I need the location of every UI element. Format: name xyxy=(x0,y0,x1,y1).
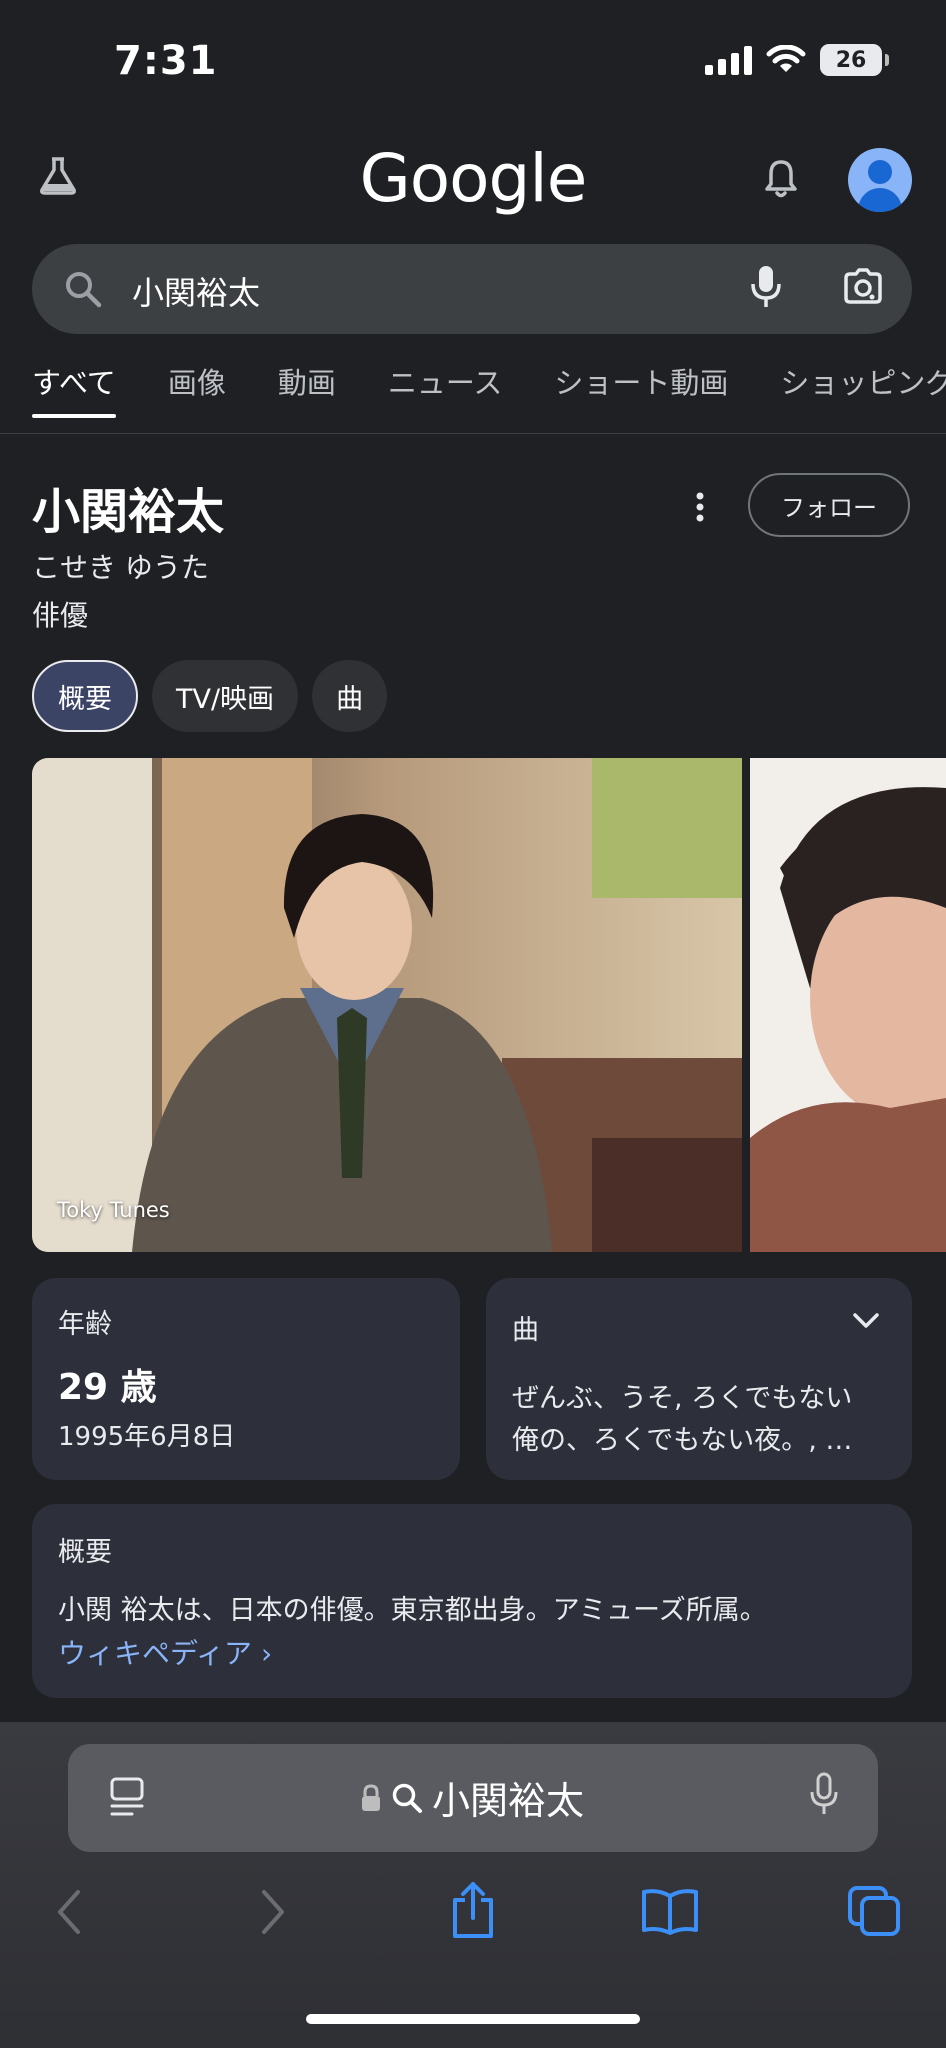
search-icon xyxy=(66,272,102,308)
age-value: 29 歳 xyxy=(58,1367,157,1408)
follow-button[interactable]: フォロー xyxy=(748,473,910,537)
notifications-bell-icon[interactable] xyxy=(758,156,804,202)
bookmarks-book-icon[interactable] xyxy=(640,1886,700,1936)
battery-icon: 26 xyxy=(820,44,889,76)
entity-description: 俳優 xyxy=(32,599,89,632)
search-tabs: すべて 画像 動画 ニュース ショート動画 ショッピング xyxy=(32,360,946,418)
search-icon xyxy=(392,1783,422,1813)
forward-chevron-icon[interactable] xyxy=(258,1888,288,1936)
age-card[interactable]: 年齢 29 歳 1995年6月8日 xyxy=(32,1278,460,1480)
songs-card[interactable]: 曲 ぜんぶ、うそ, ろくでもない 俺の、ろくでもない夜。, … xyxy=(486,1278,912,1480)
songs-label: 曲 xyxy=(512,1315,539,1346)
back-chevron-icon[interactable] xyxy=(54,1888,84,1936)
lock-icon xyxy=(362,1783,380,1811)
wikipedia-link[interactable]: ウィキペディア › xyxy=(58,1632,272,1672)
chip-songs[interactable]: 曲 xyxy=(312,660,388,732)
tabs-overview-icon[interactable] xyxy=(846,1884,902,1938)
battery-level: 26 xyxy=(835,47,867,73)
entity-photo-main[interactable] xyxy=(32,758,742,1252)
entity-title: 小関裕太 xyxy=(32,484,225,540)
chip-tv-movies[interactable]: TV/映画 xyxy=(152,660,299,732)
overview-label: 概要 xyxy=(58,1537,112,1568)
chevron-down-icon[interactable] xyxy=(852,1312,880,1330)
overview-text: 小関 裕太は、日本の俳優。東京都出身。アミューズ所属。 xyxy=(58,1595,767,1626)
home-indicator[interactable] xyxy=(306,2014,640,2024)
wifi-icon xyxy=(766,45,806,72)
search-input[interactable]: 小関裕太 xyxy=(132,268,260,314)
share-icon[interactable] xyxy=(448,1880,498,1940)
songs-list-line: ぜんぶ、うそ, ろくでもない xyxy=(512,1383,853,1414)
tab-short-videos[interactable]: ショート動画 xyxy=(554,360,728,418)
age-label: 年齢 xyxy=(58,1309,112,1340)
tab-shopping[interactable]: ショッピング xyxy=(780,360,946,418)
tab-news[interactable]: ニュース xyxy=(388,360,503,418)
account-avatar-icon[interactable] xyxy=(848,148,912,212)
tab-images[interactable]: 画像 xyxy=(168,360,226,418)
page-menu-icon[interactable] xyxy=(108,1776,148,1820)
more-options-icon[interactable] xyxy=(690,490,710,524)
google-logo: Google xyxy=(359,140,588,217)
entity-chips: 概要 TV/映画 曲 xyxy=(32,660,388,732)
chip-overview[interactable]: 概要 xyxy=(32,660,138,732)
photo-source-caption: Toky Tunes xyxy=(57,1198,170,1222)
entity-reading: こせき ゆうた xyxy=(32,551,209,584)
google-lens-camera-icon[interactable] xyxy=(842,268,884,310)
address-mic-icon[interactable] xyxy=(808,1772,840,1818)
tab-all[interactable]: すべて xyxy=(32,360,116,418)
tab-divider xyxy=(0,433,946,434)
address-bar-text[interactable]: 小関裕太 xyxy=(360,1770,584,1825)
songs-list-line: 俺の、ろくでもない夜。, … xyxy=(512,1425,853,1456)
tab-videos[interactable]: 動画 xyxy=(278,360,336,418)
cellular-signal-icon xyxy=(705,45,752,75)
status-time: 7:31 xyxy=(114,38,218,84)
voice-search-mic-icon[interactable] xyxy=(748,264,784,310)
overview-card: 概要 小関 裕太は、日本の俳優。東京都出身。アミューズ所属。 ウィキペディア › xyxy=(32,1504,912,1698)
status-icons: 26 xyxy=(705,44,889,76)
address-query: 小関裕太 xyxy=(432,1779,585,1823)
birth-date: 1995年6月8日 xyxy=(58,1422,236,1452)
entity-photo-secondary[interactable] xyxy=(750,758,946,1252)
